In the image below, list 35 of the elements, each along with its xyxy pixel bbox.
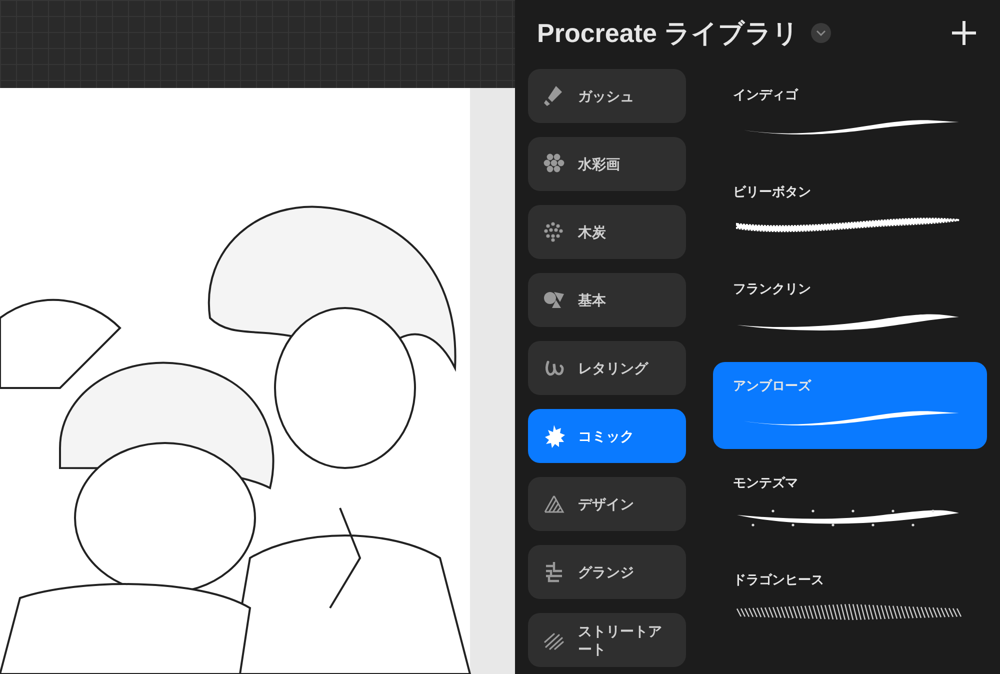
category-item[interactable]: レタリング <box>528 341 686 395</box>
brush-name: モンテズマ <box>733 474 798 492</box>
category-item[interactable]: ストリートアート <box>528 613 686 667</box>
category-item[interactable]: ガッシュ <box>528 69 686 123</box>
category-label: レタリング <box>578 359 648 377</box>
library-title: Procreate ライブラリ <box>537 16 800 50</box>
dropdown-button[interactable] <box>811 23 832 43</box>
brush-name: ビリーボタン <box>733 183 811 201</box>
chevron-down-icon <box>816 30 826 36</box>
dotted-circle-icon <box>542 220 566 244</box>
plus-icon <box>951 20 977 46</box>
category-item[interactable]: デザイン <box>528 477 686 531</box>
brush-name: インディゴ <box>733 86 798 104</box>
category-label: 基本 <box>578 291 606 309</box>
category-label: デザイン <box>578 495 634 513</box>
category-label: コミック <box>578 427 634 445</box>
brush-item[interactable]: フランクリン <box>713 265 987 352</box>
category-item[interactable]: 基本 <box>528 273 686 327</box>
category-label: ガッシュ <box>578 87 634 105</box>
category-label: 木炭 <box>578 223 606 241</box>
brush-item[interactable]: ドラゴンヒース <box>713 556 987 643</box>
brush-name: ドラゴンヒース <box>733 571 824 589</box>
brush-name: フランクリン <box>733 280 811 298</box>
brush-name: アンブローズ <box>733 377 811 395</box>
category-item[interactable]: 水彩画 <box>528 137 686 191</box>
brush-item[interactable]: ビリーボタン <box>713 168 987 255</box>
add-button[interactable] <box>950 19 978 47</box>
category-label: グランジ <box>578 563 634 581</box>
category-item[interactable]: グランジ <box>528 545 686 599</box>
category-label: 水彩画 <box>578 155 620 173</box>
brush-item[interactable]: モンテズマ <box>713 459 987 546</box>
category-label: ストリートアート <box>578 622 663 658</box>
category-item[interactable]: コミック <box>528 409 686 463</box>
brush-item[interactable]: インディゴ <box>713 71 987 158</box>
category-item[interactable]: 木炭 <box>528 205 686 259</box>
